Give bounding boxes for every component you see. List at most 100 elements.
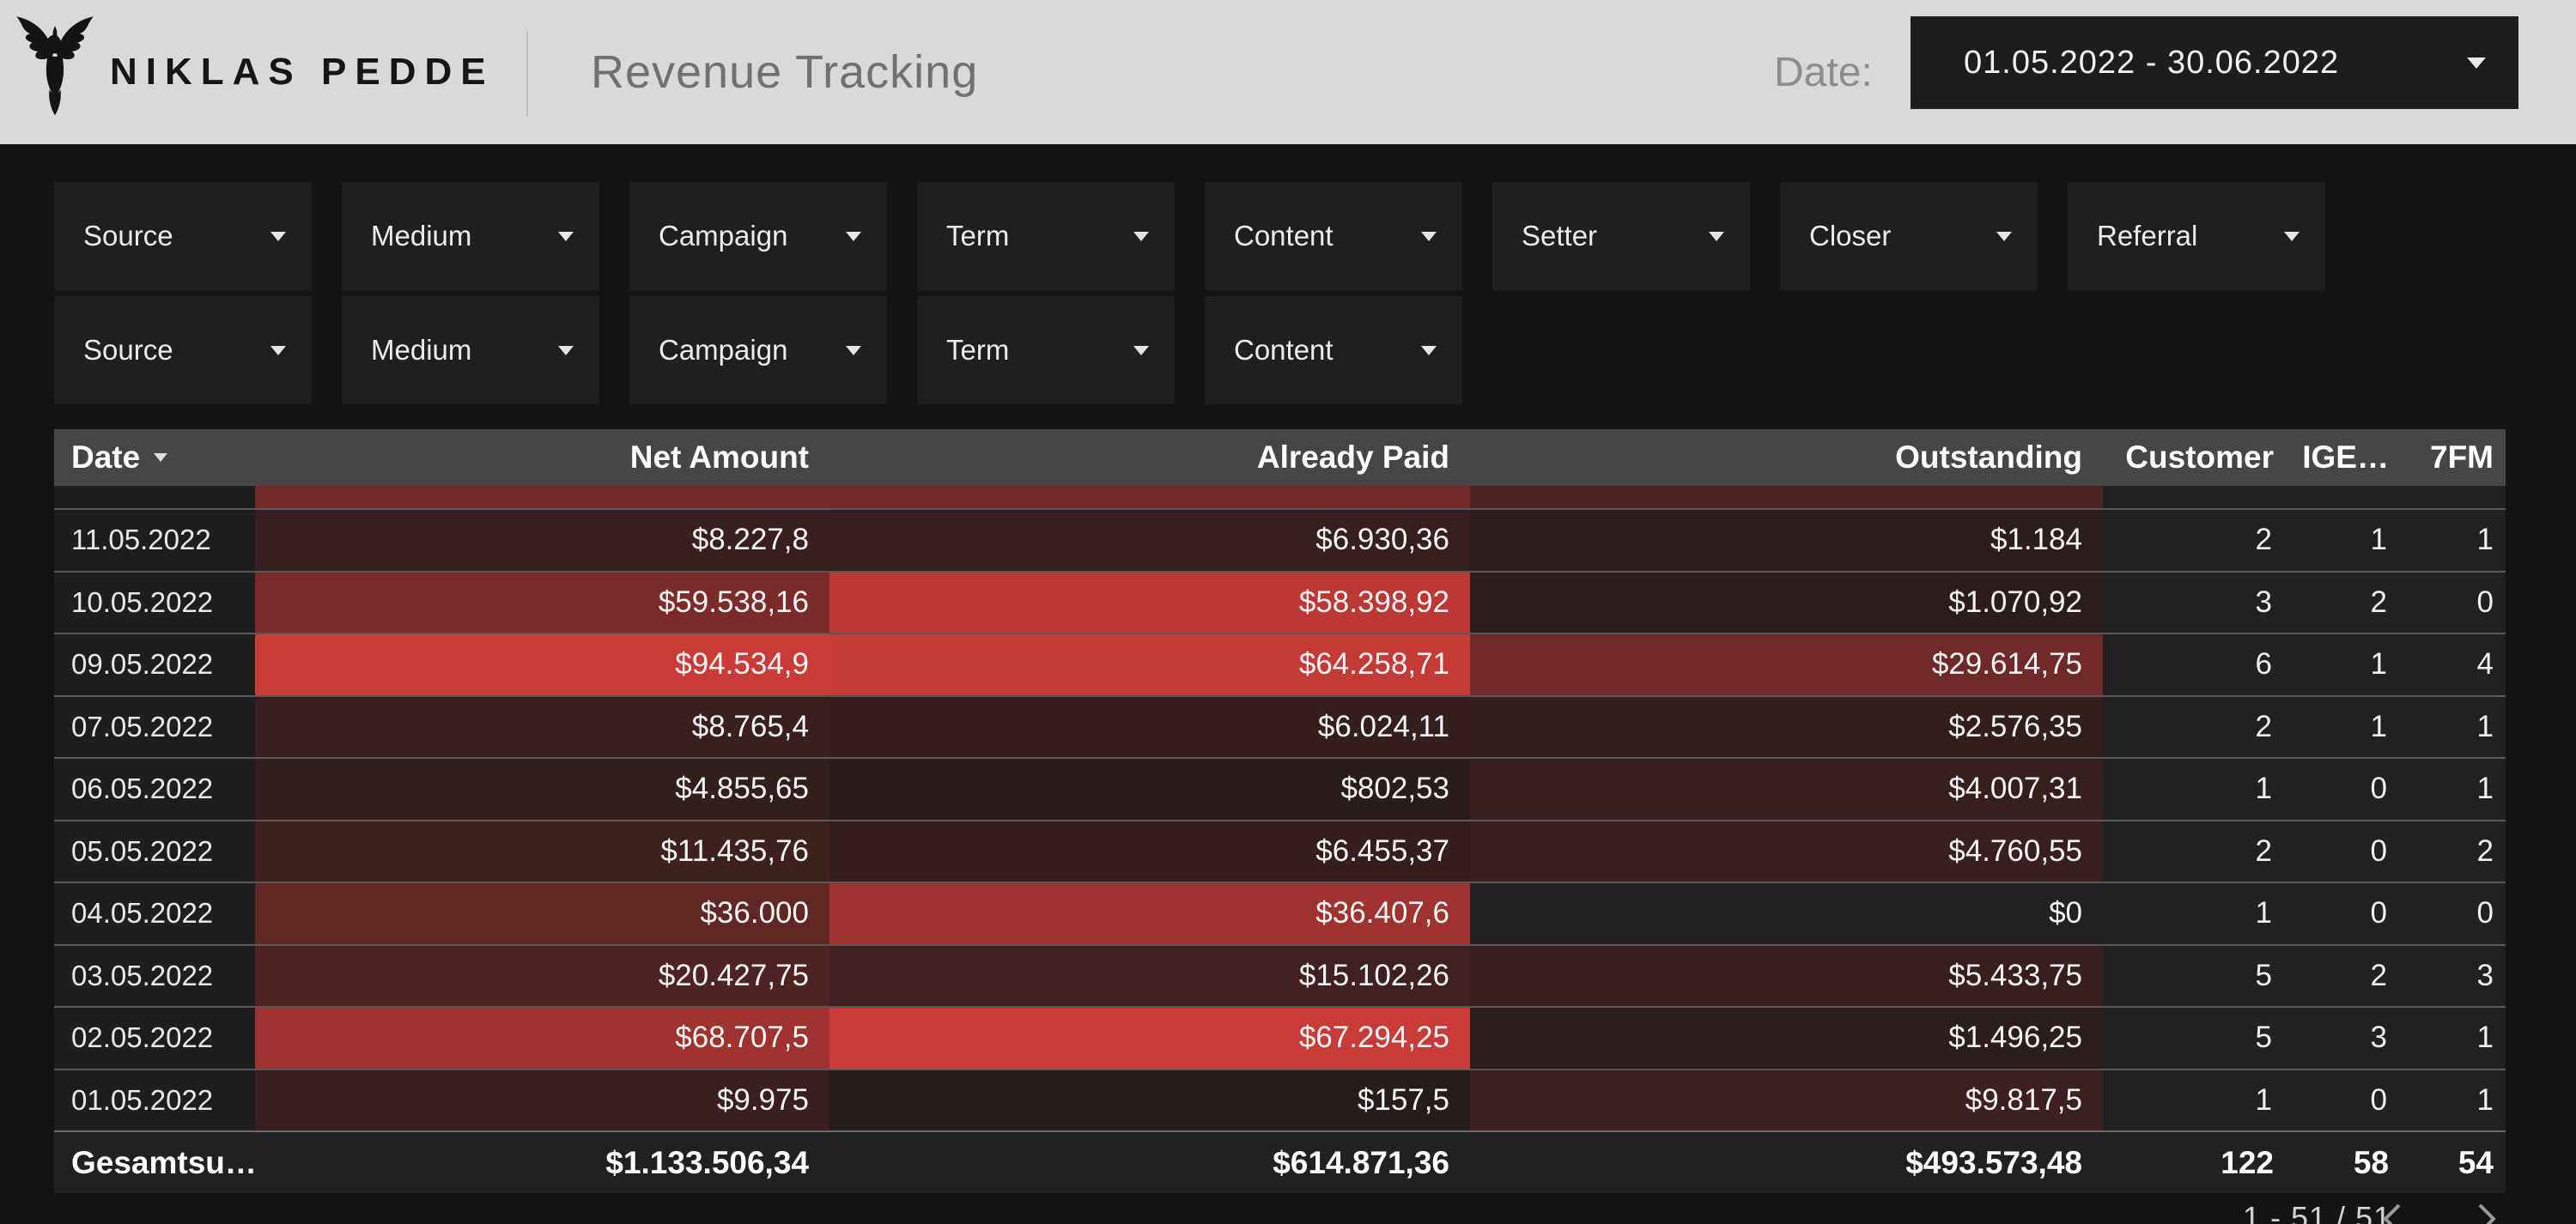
cell-customer: 6 xyxy=(2103,634,2294,695)
cell-customer: 5 xyxy=(2103,1008,2294,1069)
filter-dropdown-source[interactable]: Source xyxy=(54,182,312,292)
date-range-value: 01.05.2022 - 30.06.2022 xyxy=(1964,45,2339,82)
brand-name: NIKLAS PEDDE xyxy=(110,0,495,144)
sort-desc-icon xyxy=(154,453,167,462)
cell-customer: 3 xyxy=(2103,573,2294,633)
cell-customer: 1 xyxy=(2103,883,2294,944)
filter-dropdown-campaign[interactable]: Campaign xyxy=(629,182,887,292)
cell-date: 01.05.2022 xyxy=(54,1070,255,1131)
table-row-partial xyxy=(54,486,2506,508)
cell-outstanding: $5.433,75 xyxy=(1470,946,2103,1007)
chevron-right-icon[interactable] xyxy=(2471,1202,2500,1224)
cell-customer: 1 xyxy=(2103,759,2294,820)
table-total-row: Gesamtsu… $1.133.506,34 $614.871,36 $493… xyxy=(54,1130,2506,1193)
cell-ige: 0 xyxy=(2294,759,2409,820)
filter-dropdown-source[interactable]: Source xyxy=(54,296,312,406)
filter-dropdown-term[interactable]: Term xyxy=(917,182,1175,292)
table-row: 03.05.2022$20.427,75$15.102,26$5.433,755… xyxy=(54,944,2506,1007)
filter-label: Medium xyxy=(371,334,471,367)
cell-7fm: 1 xyxy=(2409,1008,2506,1069)
cell-7fm: 1 xyxy=(2409,1070,2506,1131)
cell-7fm: 4 xyxy=(2409,634,2506,695)
total-7fm: 54 xyxy=(2409,1132,2506,1193)
filter-dropdown-medium[interactable]: Medium xyxy=(342,296,599,406)
column-header-customer[interactable]: Customer xyxy=(2103,429,2294,486)
table-row: 01.05.2022$9.975$157,5$9.817,5101 xyxy=(54,1069,2506,1131)
filter-label: Closer xyxy=(1809,220,1891,252)
column-header-date-label: Date xyxy=(71,439,140,476)
cell-already-paid: $36.407,6 xyxy=(829,883,1470,944)
column-header-already-paid[interactable]: Already Paid xyxy=(829,429,1470,486)
filter-dropdown-closer[interactable]: Closer xyxy=(1780,182,2038,292)
cell-7fm: 0 xyxy=(2409,573,2506,633)
cell-date: 09.05.2022 xyxy=(54,634,255,695)
chevron-left-icon[interactable] xyxy=(2379,1202,2408,1224)
filter-dropdown-term[interactable]: Term xyxy=(917,296,1175,406)
table-row: 02.05.2022$68.707,5$67.294,25$1.496,2553… xyxy=(54,1006,2506,1069)
cell-ige: 0 xyxy=(2294,883,2409,944)
total-outstanding: $493.573,48 xyxy=(1470,1132,2103,1193)
cell-net-amount: $20.427,75 xyxy=(255,946,829,1007)
cell-outstanding xyxy=(1470,486,2103,508)
cell-already-paid: $64.258,71 xyxy=(829,634,1470,695)
chevron-down-icon xyxy=(1133,232,1149,241)
filter-label: Content xyxy=(1234,334,1334,367)
cell-ige: 3 xyxy=(2294,1008,2409,1069)
filter-dropdown-referral[interactable]: Referral xyxy=(2068,182,2325,292)
cell-ige: 1 xyxy=(2294,634,2409,695)
app-header: NIKLAS PEDDE Revenue Tracking Date: 01.0… xyxy=(0,0,2576,144)
cell-7fm xyxy=(2409,486,2506,508)
date-range-picker[interactable]: 01.05.2022 - 30.06.2022 xyxy=(1911,16,2518,109)
chevron-down-icon xyxy=(1421,232,1437,241)
cell-outstanding: $9.817,5 xyxy=(1470,1070,2103,1131)
cell-already-paid: $6.455,37 xyxy=(829,821,1470,882)
cell-ige xyxy=(2294,486,2409,508)
filter-label: Source xyxy=(83,334,173,367)
column-header-ige[interactable]: IGE… xyxy=(2294,429,2409,486)
cell-7fm: 2 xyxy=(2409,821,2506,882)
chevron-down-icon xyxy=(846,346,861,355)
cell-already-paid: $67.294,25 xyxy=(829,1008,1470,1069)
total-net-amount: $1.133.506,34 xyxy=(255,1132,829,1193)
chevron-down-icon xyxy=(2284,232,2300,241)
cell-outstanding: $1.070,92 xyxy=(1470,573,2103,633)
column-header-net-amount[interactable]: Net Amount xyxy=(255,429,829,486)
cell-already-paid: $157,5 xyxy=(829,1070,1470,1131)
revenue-table: Date Net Amount Already Paid Outstanding… xyxy=(54,429,2506,1193)
chevron-down-icon xyxy=(1421,346,1437,355)
cell-date: 10.05.2022 xyxy=(54,573,255,633)
cell-already-paid xyxy=(829,486,1470,508)
total-ige: 58 xyxy=(2294,1132,2409,1193)
cell-net-amount: $94.534,9 xyxy=(255,634,829,695)
filter-label: Source xyxy=(83,220,173,252)
chevron-down-icon xyxy=(270,232,286,241)
cell-already-paid: $6.930,36 xyxy=(829,510,1470,571)
column-header-7fm[interactable]: 7FM xyxy=(2409,429,2506,486)
table-row: 07.05.2022$8.765,4$6.024,11$2.576,35211 xyxy=(54,695,2506,758)
cell-already-paid: $58.398,92 xyxy=(829,573,1470,633)
filter-dropdown-content[interactable]: Content xyxy=(1205,182,1462,292)
column-header-outstanding[interactable]: Outstanding xyxy=(1470,429,2103,486)
cell-7fm: 1 xyxy=(2409,697,2506,758)
cell-outstanding: $29.614,75 xyxy=(1470,634,2103,695)
table-row: 11.05.2022$8.227,8$6.930,36$1.184211 xyxy=(54,508,2506,571)
pagination-range: 1 - 51 / 51 xyxy=(2243,1200,2391,1224)
filter-dropdown-medium[interactable]: Medium xyxy=(342,182,599,292)
cell-customer: 2 xyxy=(2103,510,2294,571)
filter-dropdown-campaign[interactable]: Campaign xyxy=(629,296,887,406)
filter-dropdown-setter[interactable]: Setter xyxy=(1492,182,1750,292)
filter-label: Medium xyxy=(371,220,471,252)
cell-7fm: 1 xyxy=(2409,510,2506,571)
cell-date: 04.05.2022 xyxy=(54,883,255,944)
page-title: Revenue Tracking xyxy=(591,0,978,144)
column-header-date[interactable]: Date xyxy=(54,429,255,486)
cell-customer: 5 xyxy=(2103,946,2294,1007)
table-row: 09.05.2022$94.534,9$64.258,71$29.614,756… xyxy=(54,633,2506,695)
filter-label: Campaign xyxy=(659,220,787,252)
cell-already-paid: $15.102,26 xyxy=(829,946,1470,1007)
filter-dropdown-content[interactable]: Content xyxy=(1205,296,1462,406)
table-body: 11.05.2022$8.227,8$6.930,36$1.18421110.0… xyxy=(54,486,2506,1130)
chevron-down-icon xyxy=(846,232,861,241)
cell-customer: 1 xyxy=(2103,1070,2294,1131)
table-header-row: Date Net Amount Already Paid Outstanding… xyxy=(54,429,2506,486)
